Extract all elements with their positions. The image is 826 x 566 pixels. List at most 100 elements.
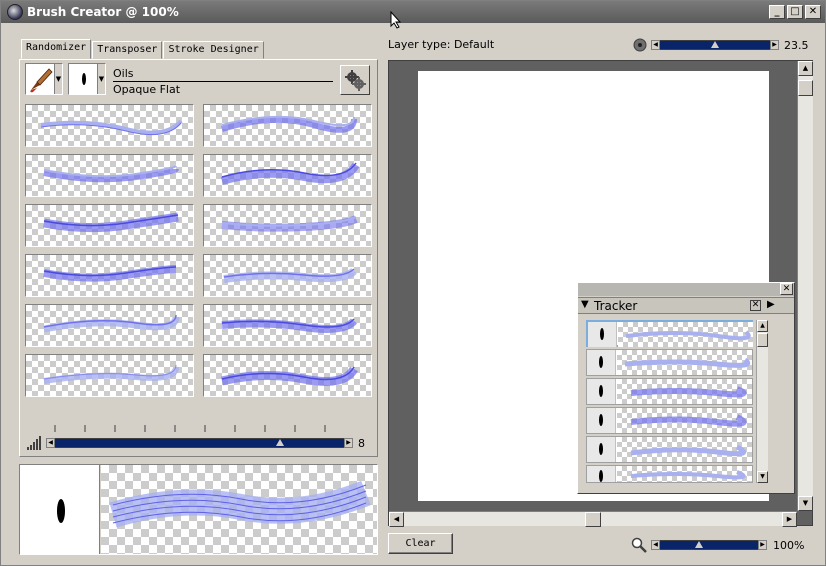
gear-button[interactable] (340, 65, 370, 95)
brush-size-dot-icon (633, 38, 647, 52)
dab-shape-icon (599, 414, 603, 426)
tracker-dab (588, 322, 617, 347)
slider-left-arrow[interactable]: ◀ (651, 540, 660, 550)
title-bar[interactable]: Brush Creator @ 100% _ □ ✕ (1, 1, 825, 23)
slider-ticks (54, 425, 326, 432)
brush-category-label: Oils (113, 67, 333, 82)
tracker-stroke (617, 350, 752, 375)
variation-thumbnail[interactable] (203, 204, 372, 247)
tracker-header[interactable]: ▼ Tracker ✕ ▶ (578, 297, 794, 314)
clear-button[interactable]: Clear (388, 533, 453, 554)
variation-thumbnail[interactable] (203, 354, 372, 397)
scroll-up-arrow[interactable]: ▲ (757, 320, 768, 332)
tab-transposer[interactable]: Transposer (92, 41, 163, 59)
scroll-thumb[interactable] (585, 512, 601, 527)
zoom-value: 100% (773, 539, 805, 552)
signal-strength-icon (27, 436, 41, 450)
close-button[interactable]: ✕ (805, 5, 821, 19)
slider-thumb[interactable] (711, 41, 719, 48)
variation-thumbnail[interactable] (25, 354, 194, 397)
tab-randomizer[interactable]: Randomizer (21, 39, 92, 59)
tracker-dab (587, 437, 616, 462)
close-icon[interactable]: ✕ (780, 283, 793, 295)
scroll-thumb[interactable] (798, 80, 813, 96)
dab-variant-picker[interactable]: ▼ (68, 63, 106, 95)
canvas-vertical-scrollbar[interactable]: ▲ ▼ (797, 61, 813, 511)
dab-shape-icon (599, 470, 603, 482)
dab-shape-icon (599, 385, 603, 397)
menu-arrow-icon[interactable]: ▶ (767, 299, 775, 310)
stroke-preview-svg (109, 480, 371, 528)
stroke-preview-area (101, 465, 377, 554)
brush-category-picker[interactable]: ▼ (25, 63, 63, 95)
slider-right-arrow[interactable]: ▶ (344, 438, 353, 448)
variation-thumbnail[interactable] (203, 254, 372, 297)
chevron-down-icon[interactable]: ▼ (97, 64, 105, 94)
brush-size-slider[interactable]: ◀ ▶ (651, 40, 779, 50)
dab-shape-icon (599, 356, 603, 368)
maximize-button[interactable]: □ (787, 5, 803, 19)
slider-left-arrow[interactable]: ◀ (651, 40, 660, 50)
dab-shape-icon (57, 499, 65, 523)
tracker-item[interactable] (586, 465, 753, 483)
variation-thumbnail[interactable] (203, 154, 372, 197)
scroll-down-arrow[interactable]: ▼ (798, 496, 813, 511)
tracker-drag-bar[interactable]: ✕ (578, 283, 794, 296)
slider-right-arrow[interactable]: ▶ (770, 40, 779, 50)
tracker-dab (587, 350, 616, 375)
scroll-down-arrow[interactable]: ▼ (757, 471, 768, 483)
tracker-palette[interactable]: ✕ ▼ Tracker ✕ ▶ ▲ ▼ (577, 282, 795, 494)
window-title: Brush Creator @ 100% (27, 5, 179, 19)
layer-type-label: Layer type: Default (388, 38, 495, 51)
randomizer-value: 8 (358, 437, 365, 450)
scroll-left-arrow[interactable]: ◀ (389, 512, 404, 527)
tracker-dab (587, 379, 616, 404)
tracker-item[interactable] (586, 320, 753, 347)
minimize-button[interactable]: _ (769, 5, 785, 19)
dab-preview (20, 465, 100, 554)
scroll-up-arrow[interactable]: ▲ (798, 61, 813, 76)
variation-thumbnail[interactable] (25, 254, 194, 297)
brush-size-value: 23.5 (784, 39, 809, 52)
zoom-slider[interactable]: ◀ ▶ (651, 540, 767, 550)
scroll-right-arrow[interactable]: ▶ (782, 512, 797, 527)
dab-shape-icon (600, 328, 604, 340)
gear-icon (345, 70, 366, 91)
dab-shape-icon (82, 73, 86, 85)
paintbrush-icon (30, 68, 53, 93)
slider-left-arrow[interactable]: ◀ (46, 438, 55, 448)
variation-thumbnail[interactable] (25, 154, 194, 197)
slider-thumb[interactable] (695, 541, 704, 548)
variation-thumbnail[interactable] (25, 204, 194, 247)
canvas-horizontal-scrollbar[interactable]: ◀ ▶ (389, 511, 797, 527)
tracker-item[interactable] (586, 349, 753, 376)
tab-stroke-designer[interactable]: Stroke Designer (163, 41, 264, 59)
tracker-stroke (617, 437, 752, 462)
slider-right-arrow[interactable]: ▶ (758, 540, 767, 550)
tracker-scrollbar[interactable]: ▲ ▼ (756, 320, 768, 483)
tracker-item[interactable] (586, 378, 753, 405)
app-icon (7, 4, 23, 20)
brush-selector-bar: ▼ ▼ Oils Opaque Flat (25, 63, 372, 97)
collapse-triangle-icon[interactable]: ▼ (581, 299, 589, 310)
scroll-thumb[interactable] (757, 333, 768, 347)
slider-thumb[interactable] (275, 439, 284, 446)
magnifier-icon (631, 537, 647, 553)
variation-thumbnail[interactable] (203, 104, 372, 147)
stroke-preview (19, 464, 378, 555)
tracker-stroke (617, 408, 752, 433)
randomizer-amount-slider[interactable]: ◀ ▶ (46, 438, 353, 448)
variation-thumbnail[interactable] (203, 304, 372, 347)
tracker-dab (587, 408, 616, 433)
chevron-down-icon[interactable]: ▼ (54, 64, 62, 94)
tab-bar: Randomizer Transposer Stroke Designer (21, 39, 265, 59)
tracker-item[interactable] (586, 436, 753, 463)
tracker-stroke (617, 379, 752, 404)
tracker-item[interactable] (586, 407, 753, 434)
close-icon[interactable]: ✕ (750, 300, 761, 311)
variation-thumbnail[interactable] (25, 104, 194, 147)
tracker-stroke (618, 322, 753, 347)
variation-thumbnail[interactable] (25, 304, 194, 347)
brush-creator-window: Brush Creator @ 100% _ □ ✕ Randomizer Tr… (0, 0, 826, 566)
mouse-cursor-icon (390, 11, 402, 29)
